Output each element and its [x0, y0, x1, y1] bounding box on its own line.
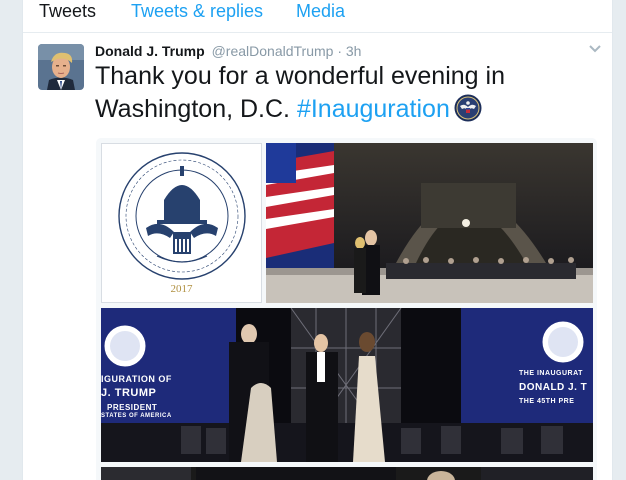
- author-name[interactable]: Donald J. Trump: [95, 43, 205, 59]
- banner-right-line-3: THE 45TH PRE: [519, 398, 575, 405]
- avatar[interactable]: [38, 44, 84, 90]
- hashtag-link[interactable]: #Inauguration: [297, 95, 450, 123]
- presidential-seal-emoji: [454, 94, 482, 122]
- tab-tweets[interactable]: Tweets: [39, 0, 96, 22]
- banner-left-line-3: PRESIDENT: [107, 403, 158, 412]
- banner-left-line-2: J. TRUMP: [101, 387, 157, 399]
- photo-stage-banners[interactable]: IGURATION OF J. TRUMP PRESIDENT STATES O…: [101, 308, 593, 462]
- banner-right-line-1: THE INAUGURAT: [519, 370, 583, 377]
- author-handle[interactable]: @realDonaldTrump: [212, 43, 334, 59]
- separator-dot: ·: [337, 43, 342, 59]
- tab-tweets-and-replies[interactable]: Tweets & replies: [131, 0, 263, 22]
- profile-timeline: Tweets Tweets & replies Media Donald J. …: [22, 0, 613, 480]
- profile-tabs: Tweets Tweets & replies Media: [23, 0, 612, 33]
- tweet-header: Donald J. Trump @realDonaldTrump · 3h: [95, 42, 361, 60]
- tweet-timestamp[interactable]: 3h: [346, 43, 362, 59]
- photo-ballroom-stage[interactable]: [266, 143, 593, 303]
- media-grid: 2017 IGURATION OF J. TRUMP PRESIDENT STA…: [96, 138, 597, 480]
- banner-right-line-2: DONALD J. T: [519, 382, 588, 393]
- banner-left-line-4: STATES OF AMERICA: [101, 413, 172, 419]
- logo-year: 2017: [170, 283, 193, 295]
- tweet-text: Thank you for a wonderful evening in Was…: [95, 60, 575, 126]
- banner-left-line-1: IGURATION OF: [101, 374, 172, 384]
- chevron-down-icon[interactable]: [586, 40, 604, 58]
- tab-media[interactable]: Media: [296, 0, 345, 22]
- photo-inauguration-logo[interactable]: 2017: [101, 143, 262, 303]
- photo-partial[interactable]: [101, 467, 593, 480]
